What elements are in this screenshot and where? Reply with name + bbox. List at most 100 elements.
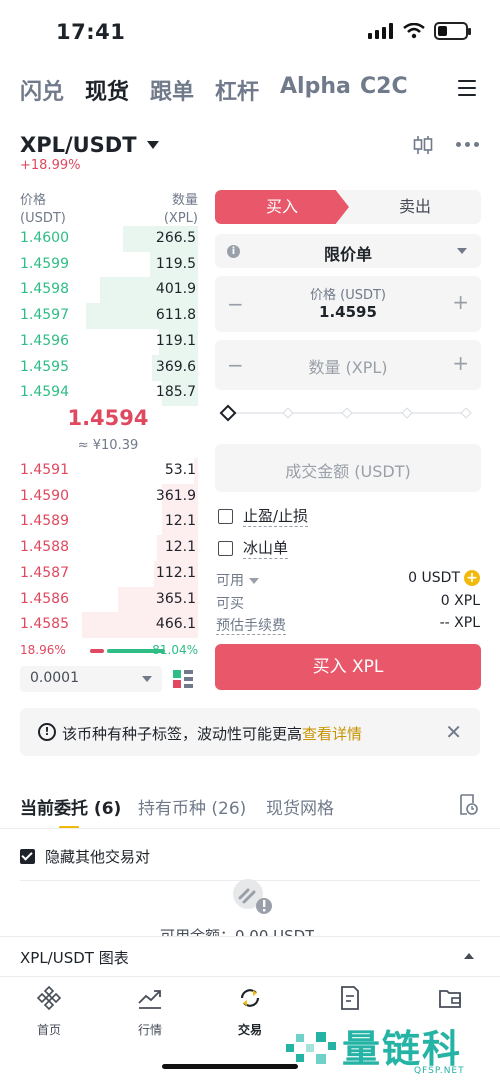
tab-copy-trading[interactable]: 跟单: [150, 74, 194, 106]
tab-c2c[interactable]: C2C: [360, 74, 408, 99]
ask-row[interactable]: 1.4596 119.1: [20, 328, 198, 355]
orderbook-qty: 119.1: [155, 332, 196, 349]
tab-alpha[interactable]: Alpha: [280, 74, 351, 99]
pair-change: +18.99%: [20, 158, 81, 173]
nav-home-label: 首页: [36, 1023, 61, 1037]
orderbook-price: 1.4585: [20, 616, 69, 633]
total-input[interactable]: 成交金额 (USDT): [215, 444, 481, 492]
pair-selector[interactable]: XPL/USDT: [20, 130, 159, 160]
tab-holdings[interactable]: 持有币种 (26): [138, 794, 246, 819]
precision-select[interactable]: 0.0001: [20, 666, 162, 692]
iceberg-label: 冰山单: [243, 539, 289, 559]
orderbook-qty: 365.1: [155, 590, 196, 607]
slider-node-75[interactable]: [401, 407, 413, 419]
buy-tab[interactable]: 买入: [215, 190, 349, 224]
tp-sl-option[interactable]: 止盈/止损: [218, 506, 309, 527]
bid-row[interactable]: 1.4591 53.1: [20, 458, 198, 484]
orderbook-qty: 466.1: [155, 616, 196, 633]
bid-ratio: 18.96%: [20, 643, 66, 657]
nav-trade[interactable]: 交易: [220, 985, 280, 1038]
nav-assets[interactable]: [420, 985, 480, 1021]
tp-sl-label: 止盈/止损: [243, 507, 309, 527]
quantity-input[interactable]: − 数量 (XPL) +: [215, 340, 481, 390]
nav-home[interactable]: 首页: [19, 985, 79, 1038]
bid-row[interactable]: 1.4589 12.1: [20, 509, 198, 536]
tab-margin[interactable]: 杠杆: [215, 74, 259, 106]
nav-markets[interactable]: 行情: [120, 985, 180, 1038]
deposit-plus-icon[interactable]: +: [464, 570, 480, 586]
bid-row[interactable]: 1.4588 12.1: [20, 535, 198, 562]
orderbook-price: 1.4589: [20, 513, 69, 530]
ask-row[interactable]: 1.4594 185.7: [20, 380, 198, 407]
close-icon[interactable]: ✕: [445, 720, 462, 744]
tp-sl-checkbox[interactable]: [218, 508, 233, 524]
orderbook-price: 1.4590: [20, 487, 69, 504]
orderbook-qty: 12.1: [164, 513, 196, 530]
ask-row[interactable]: 1.4600 266.5: [20, 226, 198, 252]
ask-row[interactable]: 1.4598 401.9: [20, 277, 198, 304]
candlestick-chart-icon[interactable]: [412, 134, 434, 156]
order-type-label: 限价单: [323, 245, 372, 264]
ask-row[interactable]: 1.4595 369.6: [20, 354, 198, 381]
orderbook-qty: 401.9: [155, 281, 196, 298]
price-value[interactable]: 1.4595: [215, 303, 481, 321]
slider-node-100[interactable]: [460, 407, 472, 419]
tab-open-orders[interactable]: 当前委托 (6): [20, 794, 121, 819]
last-price-fiat: ≈ ¥10.39: [77, 438, 139, 453]
buy-sell-ratio: 18.96% 81.04%: [20, 643, 198, 659]
ask-row[interactable]: 1.4599 119.5: [20, 251, 198, 278]
slider-node-25[interactable]: [282, 407, 294, 419]
bid-row[interactable]: 1.4585 466.1: [20, 612, 198, 639]
chart-bar-label: XPL/USDT 图表: [20, 949, 129, 967]
price-input[interactable]: − 价格 (USDT) 1.4595 +: [215, 276, 481, 332]
slider-node-50[interactable]: [341, 407, 353, 419]
status-icons: [368, 22, 471, 40]
bid-row[interactable]: 1.4590 361.9: [20, 483, 198, 510]
order-type-select[interactable]: i 限价单: [215, 234, 481, 268]
caret-down-icon: [142, 676, 152, 682]
pair-name: XPL/USDT: [20, 133, 137, 157]
empty-state-icon: [233, 879, 272, 914]
slider-handle[interactable]: [219, 404, 237, 422]
tab-spot-grid[interactable]: 现货网格: [266, 794, 334, 819]
tab-spot[interactable]: 现货: [85, 74, 129, 106]
price-increment-button[interactable]: +: [452, 290, 469, 314]
orderbook-qty: 266.5: [155, 230, 196, 246]
ask-row[interactable]: 1.4597 611.8: [20, 303, 198, 330]
notice-details-link[interactable]: 查看详情: [302, 725, 362, 743]
tab-convert[interactable]: 闪兑: [20, 74, 64, 106]
orderbook-price: 1.4598: [20, 281, 69, 298]
hide-other-pairs-checkbox[interactable]: [20, 849, 35, 864]
bid-row[interactable]: 1.4587 112.1: [20, 560, 198, 587]
orderbook-qty: 611.8: [155, 307, 196, 324]
orderbook-layout-icon[interactable]: [172, 668, 194, 690]
buy-submit-button[interactable]: 买入 XPL: [215, 644, 481, 690]
nav-futures[interactable]: [320, 985, 380, 1021]
iceberg-checkbox[interactable]: [218, 540, 233, 556]
available-value: 0 USDT: [408, 570, 460, 586]
orderbook-qty: 53.1: [164, 462, 196, 478]
orderbook-qty: 119.5: [155, 255, 196, 272]
available-balance-text: 可用余额：0.00 USDT: [160, 927, 315, 936]
fee-label: 预估手续费: [216, 618, 286, 635]
status-time: 17:41: [56, 20, 126, 44]
sell-tab[interactable]: 卖出: [349, 190, 481, 224]
section-divider: [0, 828, 500, 829]
amount-slider[interactable]: [219, 404, 472, 422]
menu-icon[interactable]: [458, 80, 476, 96]
caret-down-icon[interactable]: [249, 578, 259, 584]
orders-section-tabs: 当前委托 (6) 持有币种 (26) 现货网格: [0, 790, 500, 830]
wallet-icon: [439, 990, 461, 1008]
ask-ratio: 81.04%: [152, 643, 198, 657]
iceberg-option[interactable]: 冰山单: [218, 538, 289, 559]
hide-other-pairs-option[interactable]: 隐藏其他交易对: [20, 846, 150, 867]
total-placeholder: 成交金额 (USDT): [285, 462, 411, 481]
orderbook-qty: 361.9: [155, 487, 196, 504]
orderbook-price: 1.4596: [20, 332, 69, 349]
order-history-icon[interactable]: [458, 794, 478, 816]
bid-row[interactable]: 1.4586 365.1: [20, 586, 198, 613]
chart-expand-bar[interactable]: XPL/USDT 图表: [0, 936, 500, 976]
quantity-increment-button[interactable]: +: [452, 351, 469, 375]
more-options-icon[interactable]: [456, 142, 479, 147]
can-buy-label: 可买: [216, 596, 244, 612]
